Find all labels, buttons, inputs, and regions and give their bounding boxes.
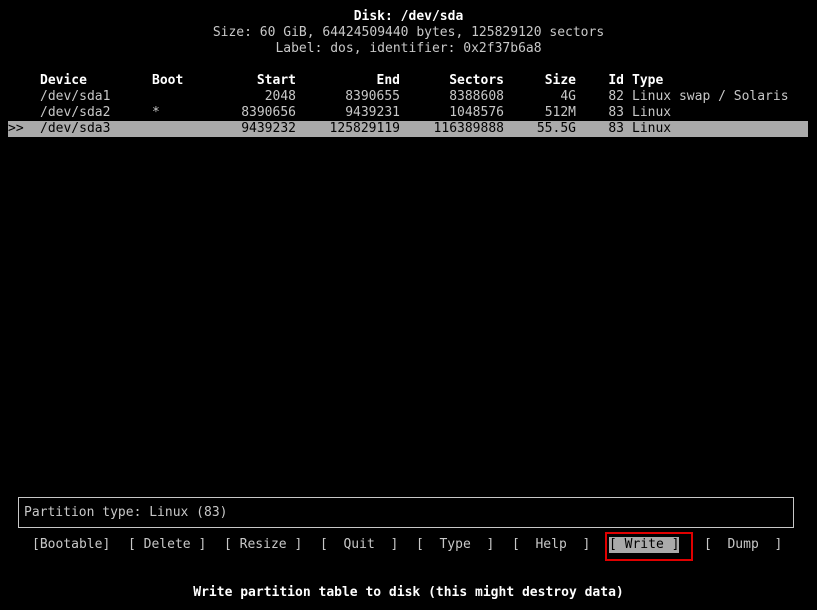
row-start: 9439232 [241, 121, 296, 136]
disk-label-line: Label: dos, identifier: 0x2f37b6a8 [275, 41, 542, 56]
row-size: 512M [544, 105, 576, 120]
col-start: Start [256, 73, 296, 88]
help-button[interactable]: [ Help ] [512, 537, 590, 553]
row-sectors: 116389888 [433, 121, 504, 136]
row-id: 83 [608, 105, 624, 120]
row-size: 55.5G [536, 121, 576, 136]
row-start: 2048 [264, 89, 296, 104]
partition-row-sda3[interactable]: >> /dev/sda3 9439232 125829119 116389888… [8, 121, 808, 137]
col-id: Id [608, 73, 624, 88]
row-device: /dev/sda3 [40, 121, 111, 136]
row-end: 125829119 [329, 121, 400, 136]
col-sectors: Sectors [449, 73, 504, 88]
row-device: /dev/sda1 [40, 89, 111, 104]
type-button[interactable]: [ Type ] [416, 537, 494, 553]
row-type: Linux [632, 105, 672, 120]
col-device: Device [40, 73, 87, 88]
dump-button[interactable]: [ Dump ] [704, 537, 782, 553]
partition-row-sda1[interactable]: /dev/sda1 2048 8390655 8388608 4G 82 Lin… [8, 89, 808, 105]
row-id: 83 [608, 121, 624, 136]
disk-size-line: Size: 60 GiB, 64424509440 bytes, 1258291… [212, 25, 605, 40]
partition-info-box: Partition type: Linux (83) [18, 497, 794, 528]
disk-title: Disk: /dev/sda [353, 9, 464, 24]
row-boot: * [152, 105, 160, 120]
row-sectors: 1048576 [449, 105, 504, 120]
partition-row-sda2[interactable]: /dev/sda2 * 8390656 9439231 1048576 512M… [8, 105, 808, 121]
col-size: Size [544, 73, 576, 88]
row-end: 9439231 [345, 105, 400, 120]
row-type: Linux swap / Solaris [632, 89, 789, 104]
col-end: End [376, 73, 400, 88]
row-size: 4G [560, 89, 576, 104]
partition-table-header: Device Boot Start End Sectors Size Id Ty… [8, 73, 808, 89]
quit-button[interactable]: [ Quit ] [320, 537, 398, 553]
row-type: Linux [632, 121, 672, 136]
col-type: Type [632, 73, 664, 88]
row-marker: >> [8, 121, 24, 136]
col-boot: Boot [152, 73, 184, 88]
row-id: 82 [608, 89, 624, 104]
write-button-focus-ring [605, 532, 693, 561]
action-menu: [Bootable] [ Delete ] [ Resize ] [ Quit … [0, 537, 817, 553]
bootable-button[interactable]: [Bootable] [32, 537, 110, 553]
row-start: 8390656 [241, 105, 296, 120]
row-device: /dev/sda2 [40, 105, 111, 120]
resize-button[interactable]: [ Resize ] [224, 537, 302, 553]
row-sectors: 8388608 [449, 89, 504, 104]
row-end: 8390655 [345, 89, 400, 104]
partition-type-text: Partition type: Linux (83) [24, 505, 228, 520]
delete-button[interactable]: [ Delete ] [128, 537, 206, 553]
action-hint: Write partition table to disk (this migh… [193, 585, 624, 600]
